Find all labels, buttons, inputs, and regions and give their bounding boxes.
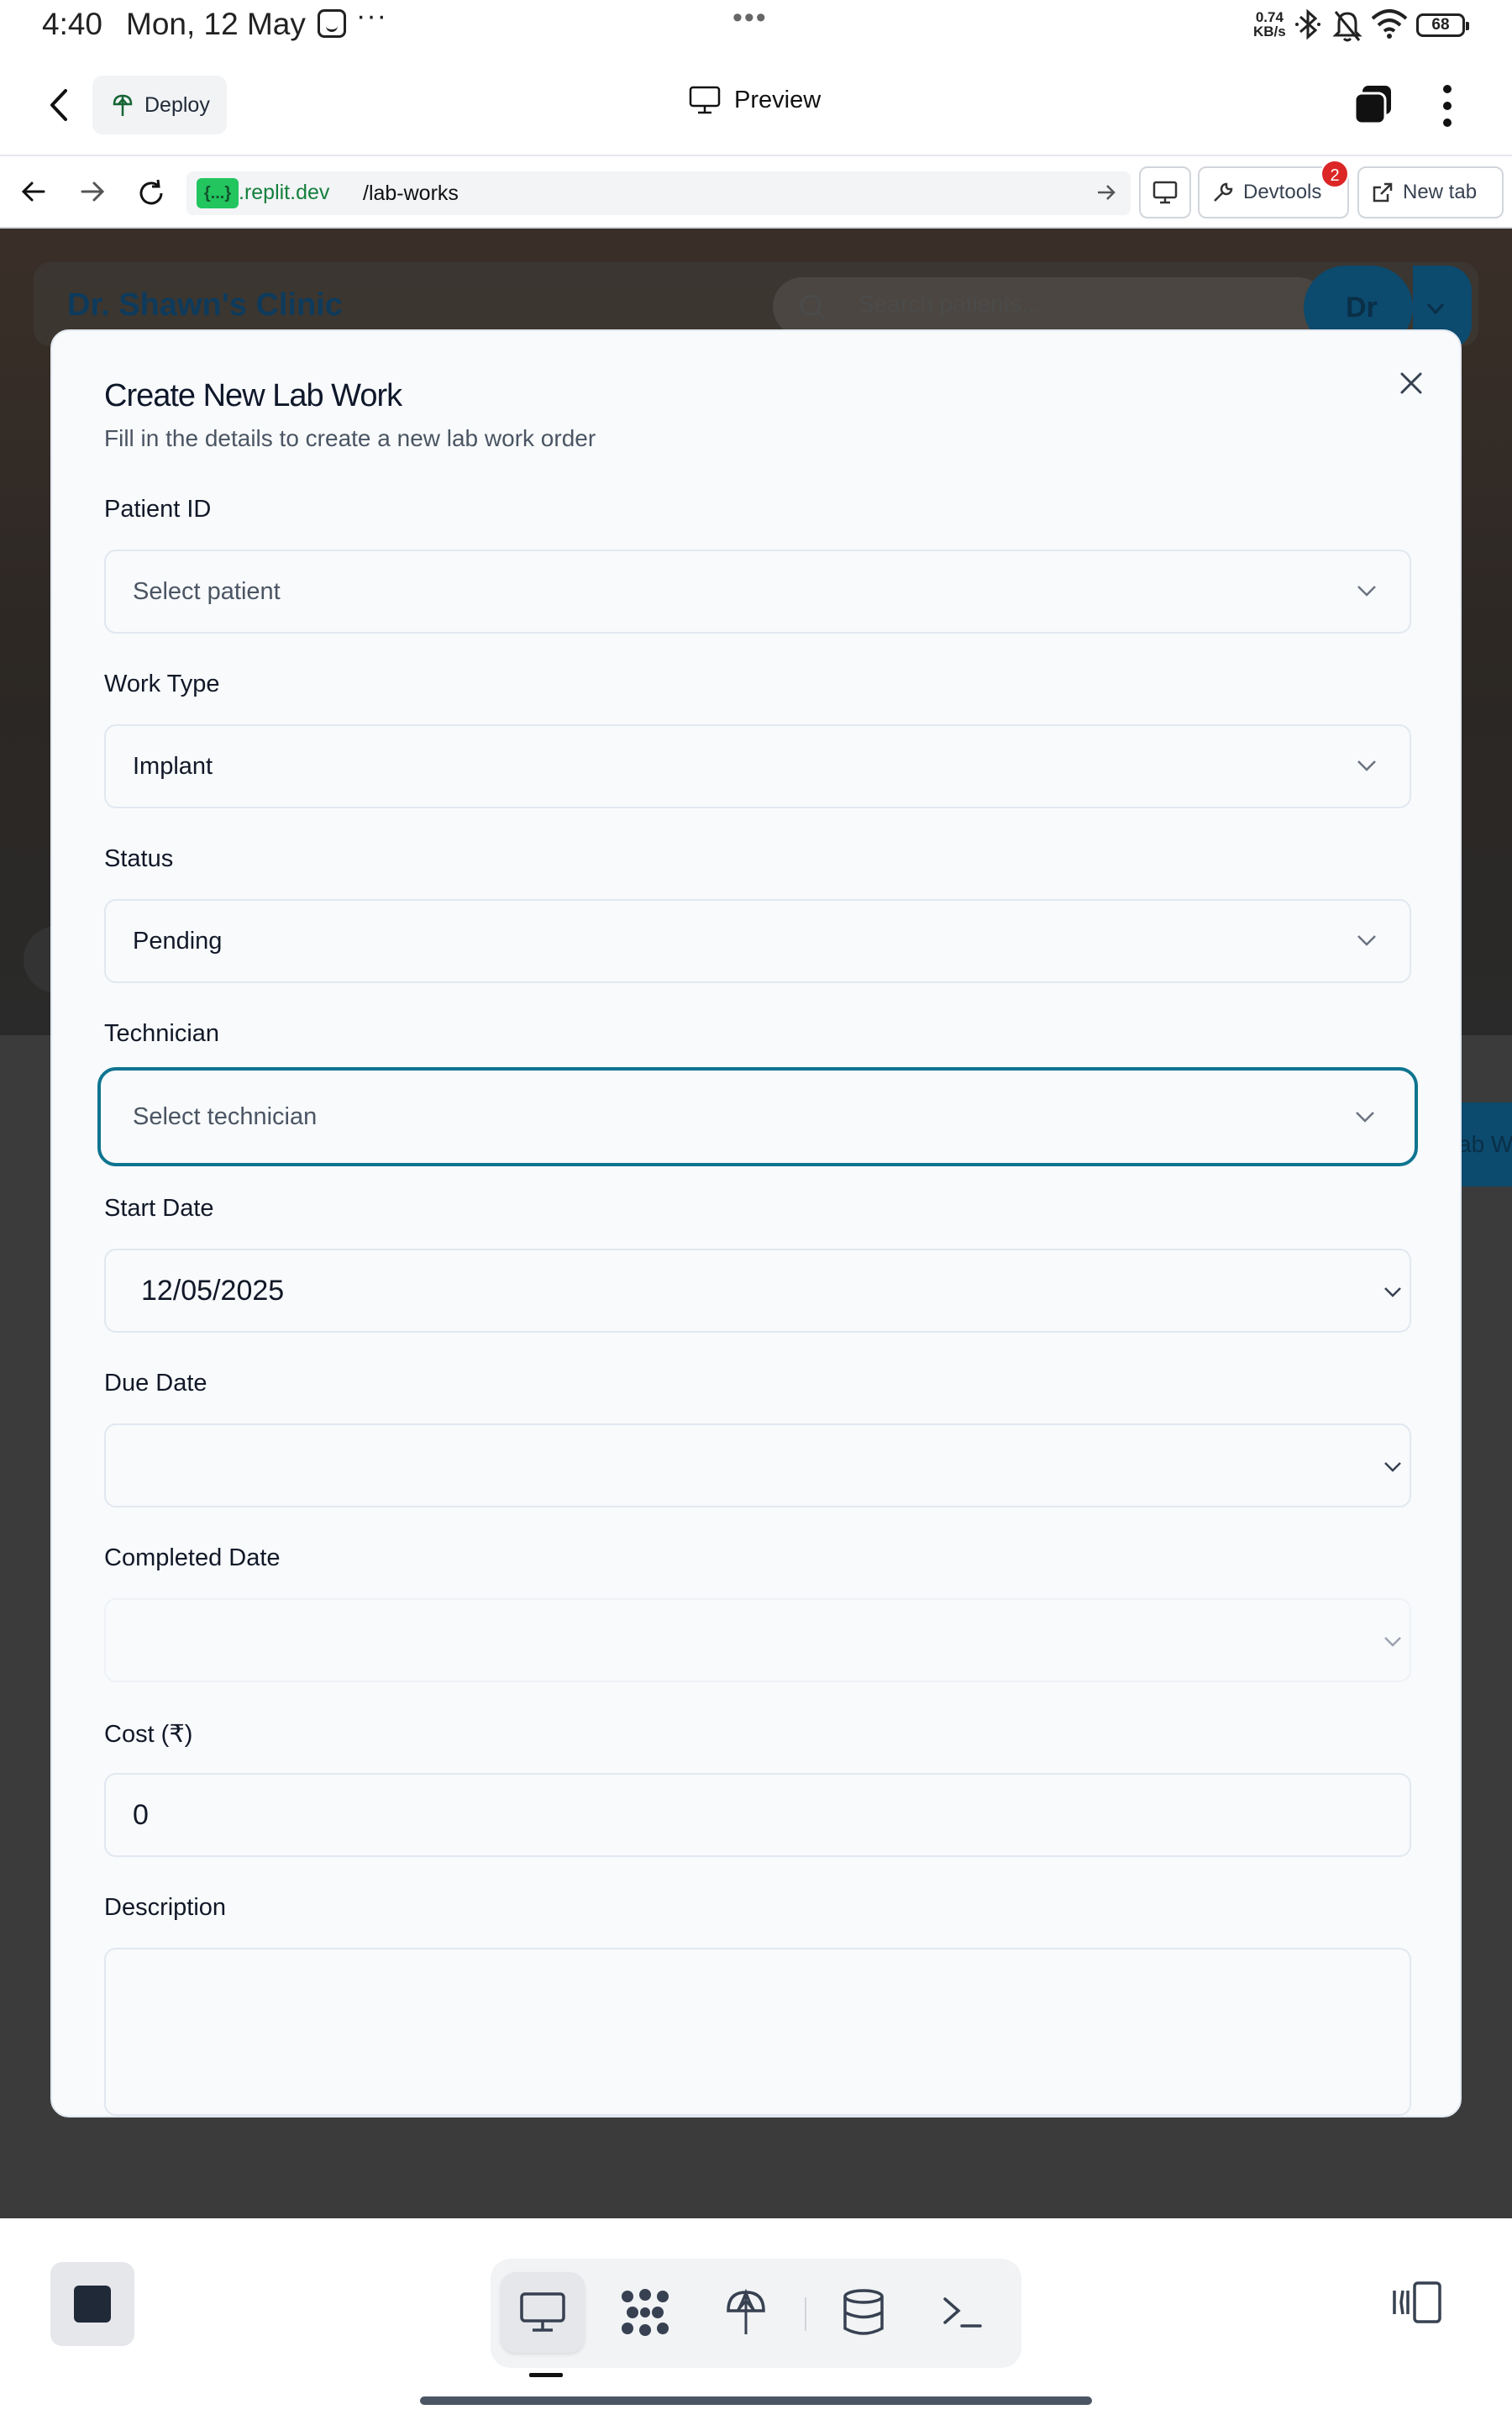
cost-value: 0 <box>133 1798 149 1831</box>
net-speed-value: 0.74 <box>1255 9 1284 25</box>
chevron-down-icon[interactable] <box>1383 1460 1403 1474</box>
close-icon[interactable] <box>1398 370 1425 397</box>
due-date-input[interactable] <box>104 1423 1411 1507</box>
status-select[interactable]: Pending <box>104 899 1411 983</box>
new-tab-button[interactable]: New tab <box>1357 166 1504 218</box>
bluetooth-icon <box>1295 8 1320 40</box>
search-icon <box>800 294 827 321</box>
bell-off-icon <box>1332 11 1362 42</box>
more-notifications-icon: ··· <box>356 0 387 32</box>
wifi-icon <box>1371 9 1408 39</box>
net-speed: 0.74 KB/s <box>1253 10 1286 39</box>
dock-database-button[interactable] <box>822 2272 906 2353</box>
url-badge: {...} <box>197 178 239 208</box>
go-arrow-icon[interactable] <box>1095 182 1117 203</box>
devtools-error-badge: 2 <box>1320 160 1349 188</box>
due-date-label: Due Date <box>104 1370 207 1397</box>
url-domain: .replit.dev <box>239 181 330 204</box>
technician-select[interactable]: Select technician <box>97 1067 1418 1166</box>
status-date: Mon, 12 May <box>126 7 306 41</box>
description-label: Description <box>104 1894 227 1921</box>
status-time: 4:40 <box>42 7 103 41</box>
deploy-button[interactable]: Deploy <box>92 76 227 134</box>
kebab-icon[interactable] <box>1435 82 1460 129</box>
tabs-icon[interactable] <box>1352 84 1394 126</box>
wrench-icon <box>1214 182 1233 202</box>
arrow-right-icon[interactable] <box>77 176 108 207</box>
dock-deploy-button[interactable] <box>704 2272 788 2353</box>
chevron-down-icon <box>1356 1112 1374 1123</box>
patient-search-input <box>773 277 1327 336</box>
search-placeholder: Search patients... <box>858 291 1042 317</box>
deploy-icon <box>727 2289 765 2334</box>
description-textarea[interactable] <box>104 1948 1411 2116</box>
chevron-down-icon <box>1357 586 1376 597</box>
status-label: Status <box>104 845 174 872</box>
device-preview-button[interactable] <box>1139 166 1191 218</box>
patient-id-label: Patient ID <box>104 496 212 523</box>
new-tab-label: New tab <box>1403 181 1478 203</box>
work-type-value: Implant <box>133 752 213 780</box>
url-path: /lab-works <box>363 182 459 205</box>
chevron-down-icon <box>1426 302 1445 315</box>
chevron-left-icon[interactable] <box>42 84 76 126</box>
patient-select[interactable]: Select patient <box>104 550 1411 634</box>
external-link-icon <box>1373 182 1393 203</box>
net-speed-unit: KB/s <box>1253 24 1286 39</box>
url-field[interactable]: {...} .replit.dev /lab-works <box>186 171 1131 215</box>
dialog-title: Create New Lab Work <box>104 378 402 413</box>
technician-select-placeholder: Select technician <box>133 1102 318 1130</box>
chevron-down-icon[interactable] <box>1383 1286 1403 1299</box>
patient-select-placeholder: Select patient <box>133 577 281 605</box>
preview-label: Preview <box>734 86 822 113</box>
start-date-input[interactable]: 12/05/2025 <box>104 1249 1411 1333</box>
preview-title: Preview <box>689 86 821 114</box>
devtools-button[interactable]: Devtools 2 <box>1198 160 1349 218</box>
start-date-value: 12/05/2025 <box>141 1274 285 1307</box>
deploy-icon <box>113 94 133 116</box>
dock-preview-button[interactable] <box>501 2272 585 2353</box>
dock-separator <box>805 2297 806 2331</box>
cost-input[interactable]: 0 <box>104 1773 1411 1857</box>
database-icon <box>843 2289 884 2335</box>
monitor-icon <box>1152 181 1178 204</box>
work-type-select[interactable]: Implant <box>104 724 1411 808</box>
dock-shell-button[interactable] <box>921 2272 1005 2353</box>
status-value: Pending <box>133 927 223 955</box>
work-type-label: Work Type <box>104 671 220 697</box>
start-date-label: Start Date <box>104 1195 214 1222</box>
split-panel-icon[interactable] <box>1391 2281 1443 2324</box>
cost-label: Cost (₹) <box>104 1721 193 1748</box>
replit-header: Deploy Preview <box>0 52 1512 156</box>
create-lab-work-dialog: Create New Lab Work Fill in the details … <box>50 329 1462 2118</box>
technician-label: Technician <box>104 1020 220 1047</box>
dock-active-indicator <box>529 2373 563 2377</box>
notification-app-icon <box>318 9 346 38</box>
dialog-subtitle: Fill in the details to create a new lab … <box>104 425 596 451</box>
home-indicator <box>420 2396 1092 2405</box>
arrow-left-icon[interactable] <box>18 176 49 207</box>
stop-button[interactable] <box>50 2262 134 2346</box>
chevron-down-icon <box>1357 935 1376 946</box>
browser-toolbar: {...} .replit.dev /lab-works Devtools 2 … <box>0 158 1512 229</box>
replit-bottom-bar <box>0 2218 1512 2420</box>
agent-icon <box>622 2289 669 2336</box>
terminal-icon <box>943 2297 982 2328</box>
battery-indicator: 68 <box>1416 13 1469 37</box>
dock-agent-button[interactable] <box>603 2272 687 2353</box>
stop-icon <box>74 2286 111 2323</box>
status-bar: 4:40 Mon, 12 May ··· ••• 0.74 KB/s 68 <box>0 0 1512 52</box>
clinic-title: Dr. Shawn's Clinic <box>67 287 343 323</box>
devtools-label: Devtools <box>1243 181 1322 203</box>
monitor-icon <box>689 86 721 114</box>
reload-icon[interactable] <box>134 176 168 210</box>
chevron-down-icon <box>1357 760 1376 771</box>
monitor-icon <box>520 2292 565 2332</box>
tool-dock <box>491 2259 1021 2368</box>
pill-dots-icon: ••• <box>732 2 768 34</box>
completed-date-input[interactable] <box>104 1598 1411 1682</box>
completed-date-label: Completed Date <box>104 1544 281 1571</box>
chevron-down-icon[interactable] <box>1383 1635 1403 1649</box>
deploy-label: Deploy <box>144 92 210 117</box>
